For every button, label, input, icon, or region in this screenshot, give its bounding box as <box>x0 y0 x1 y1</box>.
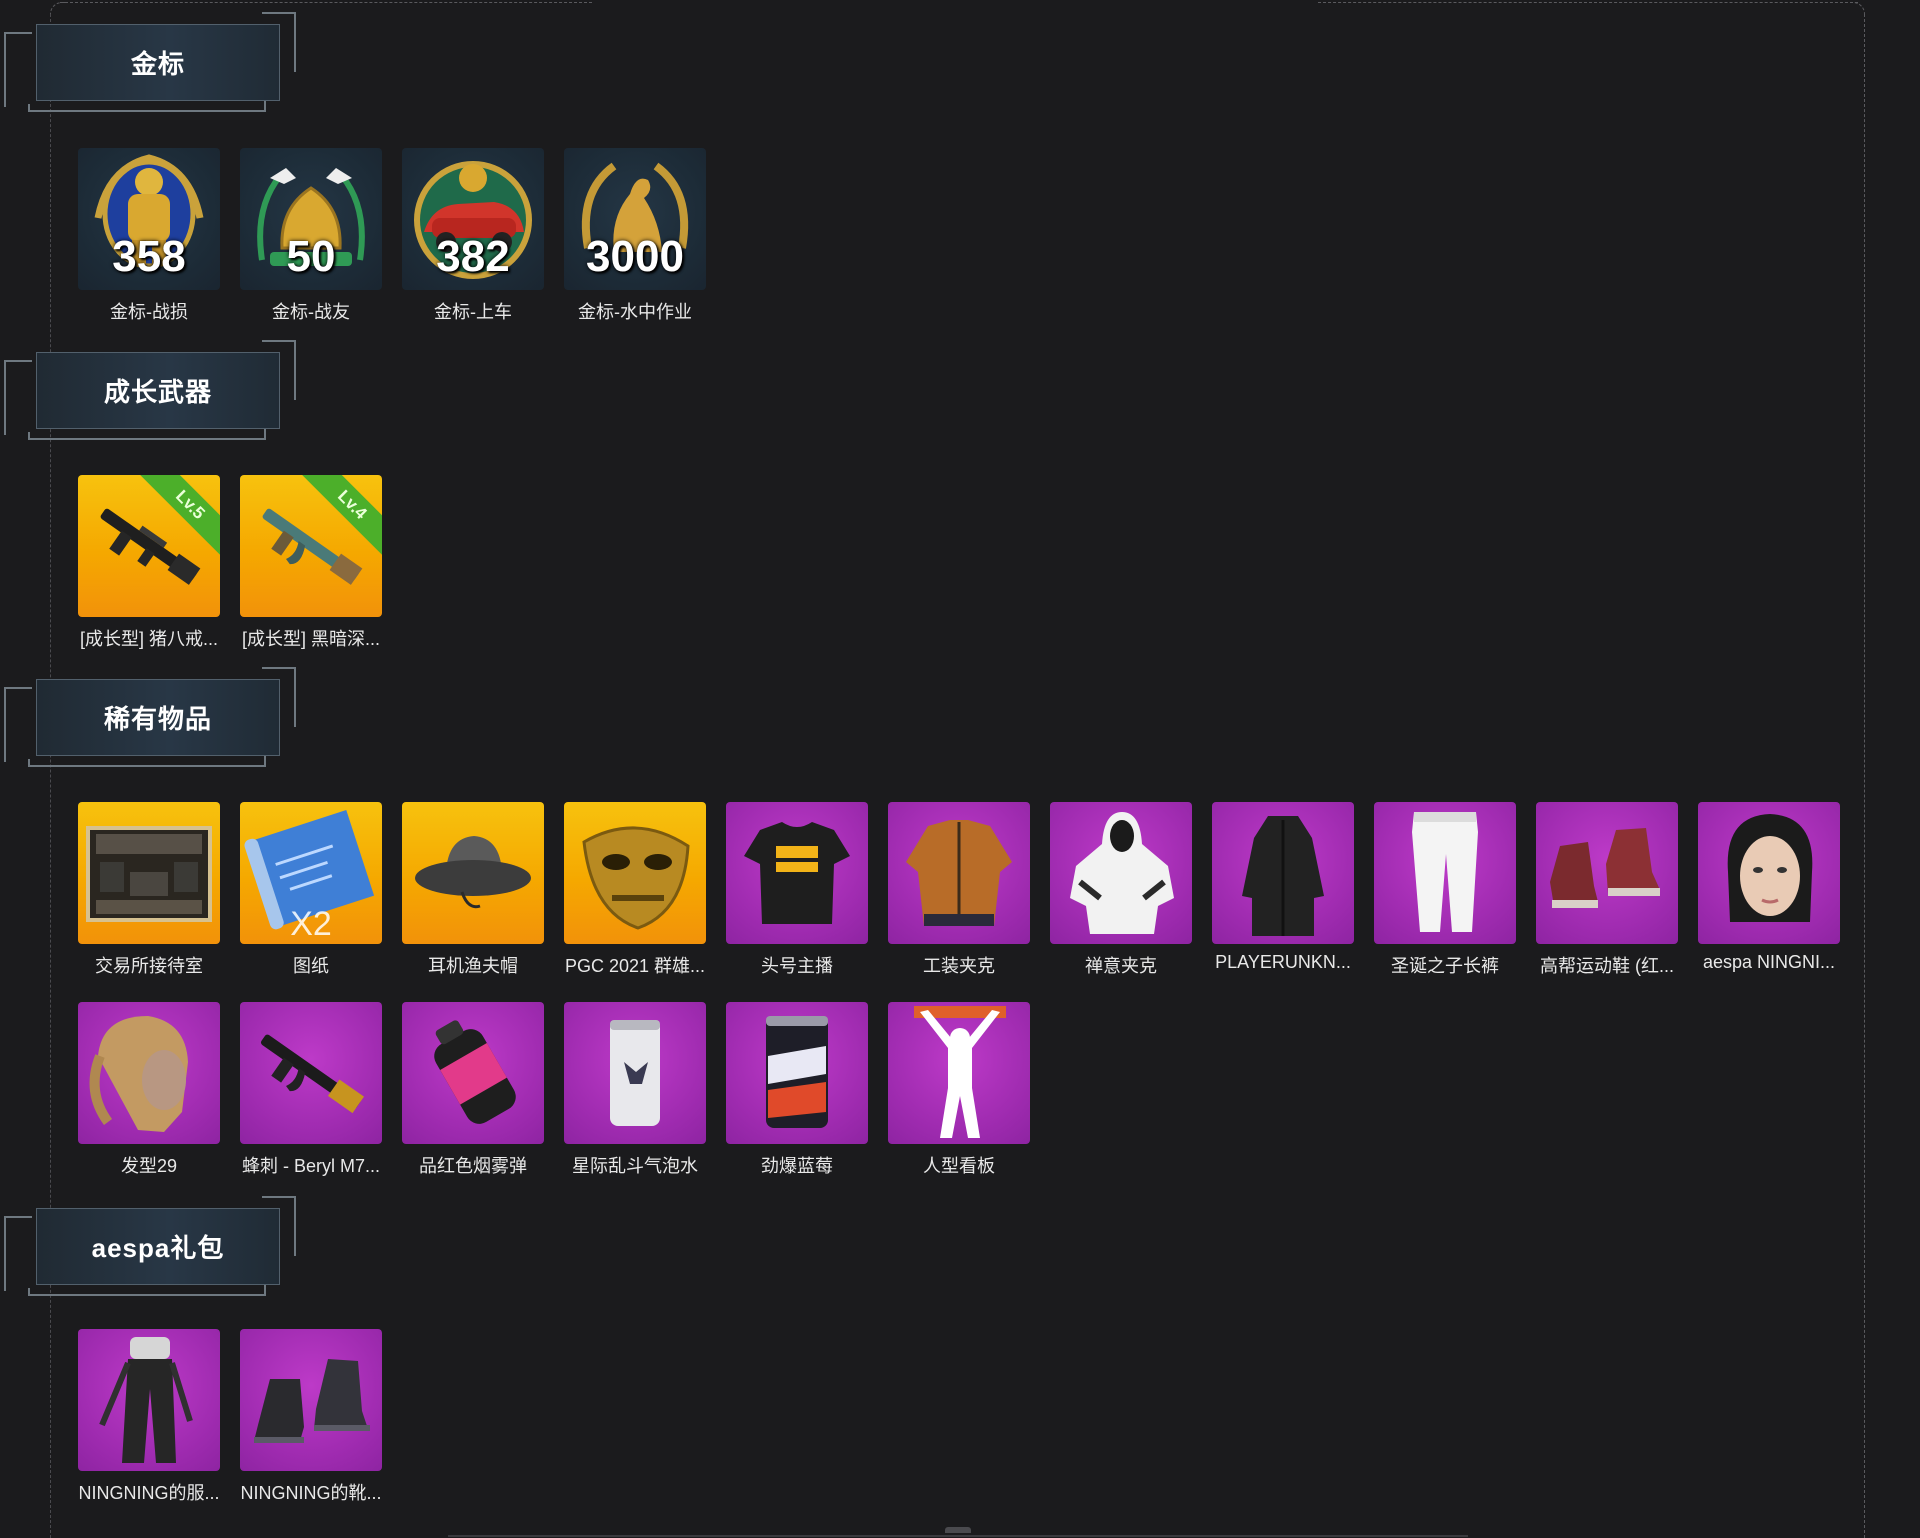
item-name: 圣诞之子长裤 <box>1391 956 1499 976</box>
outfit-icon <box>78 1329 220 1471</box>
room-icon <box>78 802 220 944</box>
item-name: 工装夹克 <box>923 956 995 976</box>
boots-icon <box>240 1329 382 1471</box>
frame-border <box>60 2 592 3</box>
item-name: 高帮运动鞋 (红... <box>1540 956 1674 976</box>
frame-border <box>1864 14 1865 1538</box>
item-name: [成长型] 黑暗深... <box>241 629 380 649</box>
bottom-divider <box>448 1535 1468 1537</box>
item-name: 蜂刺 - Beryl M7... <box>241 1156 380 1176</box>
section-title: 稀有物品 <box>103 704 212 734</box>
item-name: aespa NINGNI... <box>1702 952 1836 972</box>
section-title: 金标 <box>130 49 185 79</box>
item-name: 禅意夹克 <box>1085 956 1157 976</box>
item-name: 品红色烟雾弹 <box>419 1156 527 1176</box>
medal-count: 3000 <box>586 232 684 281</box>
section-header-aespa-pack: aespa礼包 <box>4 1196 296 1300</box>
gold-car-medal-icon: 382 <box>402 148 544 290</box>
human-sign-icon <box>888 1002 1030 1144</box>
section-header-rare-items: 稀有物品 <box>4 667 296 771</box>
item-name: 金标-战友 <box>272 302 350 322</box>
gold-doves-medal-icon: 50 <box>240 148 382 290</box>
smoke-grenade-icon <box>402 1002 544 1144</box>
quantity-badge: X2 <box>290 905 332 943</box>
coat-icon <box>1212 802 1354 944</box>
medal-count: 358 <box>112 232 186 281</box>
item-name: 星际乱斗气泡水 <box>572 1156 698 1176</box>
tshirt-icon <box>726 802 868 944</box>
item-name: NINGNING的靴... <box>240 1483 382 1503</box>
blueprint-icon: X2 <box>240 802 382 944</box>
inventory-page: 金标 358 金标-战损 50 金标-战友 382 金标-上车 3000 金标-… <box>0 0 1920 1538</box>
section-header-gold-medals: 金标 <box>4 12 296 116</box>
item-name: 图纸 <box>293 956 329 976</box>
medal-count: 382 <box>436 232 510 281</box>
frame-border <box>1318 2 1858 3</box>
frame-border <box>1850 2 1865 17</box>
scroll-handle[interactable] <box>945 1527 971 1533</box>
sneakers-icon <box>1536 802 1678 944</box>
section-title: 成长武器 <box>103 377 212 407</box>
item-name: 金标-水中作业 <box>578 302 692 322</box>
item-name: 头号主播 <box>761 956 833 976</box>
item-name: PLAYERUNKN... <box>1215 952 1351 972</box>
item-name: 发型29 <box>120 1156 178 1176</box>
item-name: PGC 2021 群雄... <box>564 956 706 976</box>
item-name: 劲爆蓝莓 <box>761 1156 833 1176</box>
gold-seal-medal-icon: 3000 <box>564 148 706 290</box>
section-title: aespa礼包 <box>91 1233 225 1263</box>
item-name: [成长型] 猪八戒... <box>79 629 218 649</box>
item-name: 金标-上车 <box>434 302 512 322</box>
item-name: NINGNING的服... <box>78 1483 220 1503</box>
gold-mask-icon <box>564 802 706 944</box>
frame-border <box>50 14 51 1538</box>
section-header-growth-weapons: 成长武器 <box>4 340 296 444</box>
item-name: 人型看板 <box>923 1156 995 1176</box>
item-name: 金标-战损 <box>110 302 188 322</box>
hair-icon <box>78 1002 220 1144</box>
hoodie-icon <box>1050 802 1192 944</box>
gold-soldier-medal-icon: 358 <box>78 148 220 290</box>
pants-icon <box>1374 802 1516 944</box>
item-name: 耳机渔夫帽 <box>428 956 518 976</box>
jacket-icon <box>888 802 1030 944</box>
can-icon <box>564 1002 706 1144</box>
rifle-icon: Lv.5 <box>78 475 220 617</box>
bucket-hat-icon <box>402 802 544 944</box>
item-name: 交易所接待室 <box>95 956 203 976</box>
rifle-icon <box>240 1002 382 1144</box>
rifle-icon: Lv.4 <box>240 475 382 617</box>
can-icon <box>726 1002 868 1144</box>
face-icon <box>1698 802 1840 944</box>
medal-count: 50 <box>286 232 336 281</box>
